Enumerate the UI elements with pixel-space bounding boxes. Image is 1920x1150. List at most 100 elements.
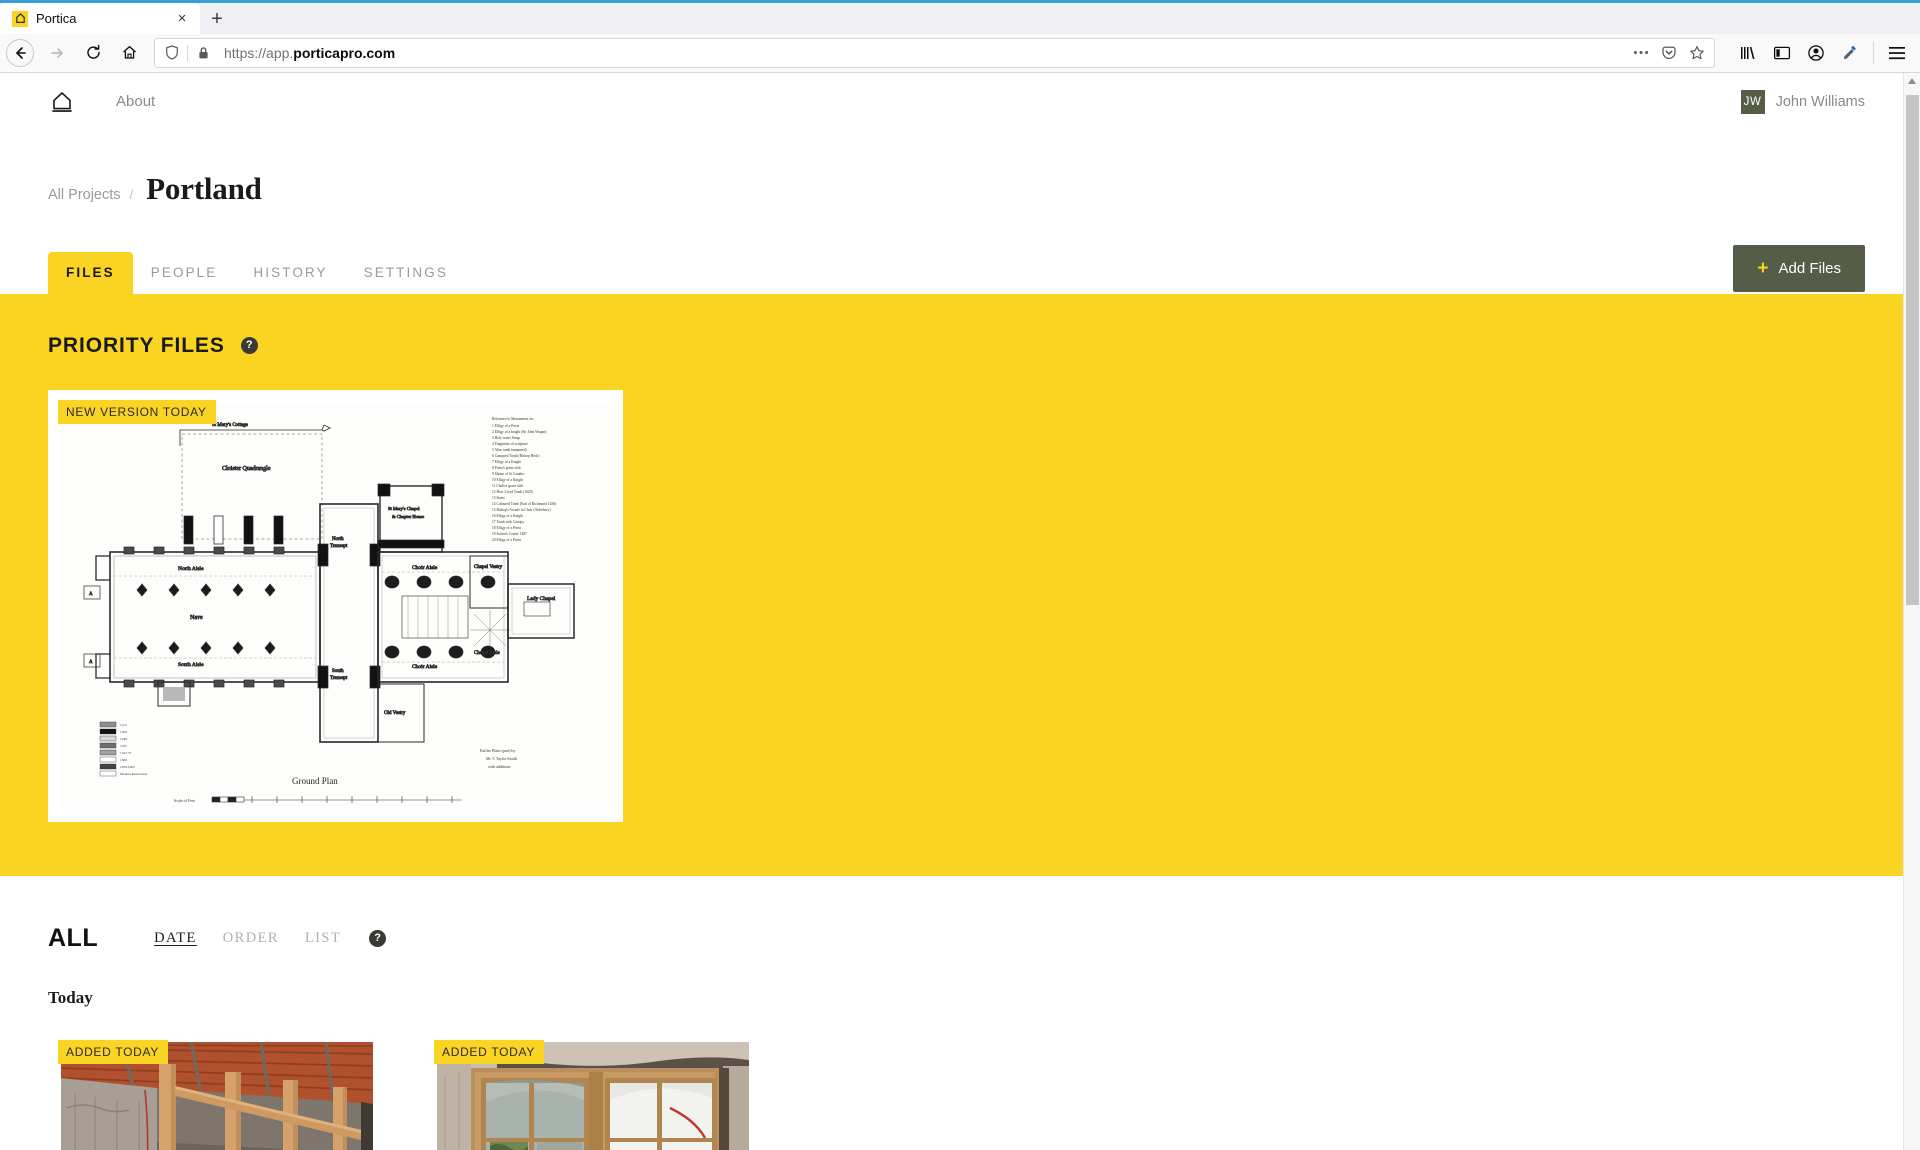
file-card[interactable]: ADDED TODAY — [48, 1029, 384, 1150]
svg-text:20 Effigy of a Priest: 20 Effigy of a Priest — [492, 538, 521, 542]
file-grid: ADDED TODAY ADDED TODAY — [48, 1029, 1855, 1150]
add-files-label: Add Files — [1778, 259, 1841, 277]
svg-text:10 Effigy of a Knight: 10 Effigy of a Knight — [492, 478, 523, 482]
tab-history[interactable]: HISTORY — [235, 252, 345, 294]
svg-text:12 Hon. Lloyd Tomb (1620): 12 Hon. Lloyd Tomb (1620) — [492, 490, 534, 494]
svg-text:A: A — [89, 592, 93, 597]
svg-text:Lady Chapel: Lady Chapel — [527, 596, 556, 602]
reload-button[interactable] — [76, 36, 110, 70]
svg-text:8 Priest's grave slab: 8 Priest's grave slab — [492, 466, 521, 470]
tab-settings[interactable]: SETTINGS — [346, 252, 466, 294]
avatar: JW — [1740, 89, 1765, 114]
ellipsis-icon[interactable] — [1628, 40, 1654, 66]
svg-text:Earlier Plans (part) by: Earlier Plans (part) by — [480, 748, 515, 753]
tab-people[interactable]: PEOPLE — [133, 252, 236, 294]
file-card[interactable]: ADDED TODAY — [424, 1029, 760, 1150]
svg-text:& Chapter House: & Chapter House — [392, 514, 424, 519]
url-bar[interactable]: https://app.porticapro.com — [154, 37, 1715, 68]
svg-text:19 Schools Corner 1487: 19 Schools Corner 1487 — [492, 532, 527, 536]
sort-list[interactable]: LIST — [305, 930, 341, 947]
url-divider — [187, 44, 188, 61]
svg-text:9 Shrine of St Caradoc: 9 Shrine of St Caradoc — [492, 472, 525, 476]
svg-text:1248: 1248 — [120, 737, 127, 741]
url-domain: porticapro.com — [293, 44, 396, 61]
svg-text:South: South — [332, 669, 344, 674]
back-button[interactable] — [6, 38, 34, 67]
tracking-protection-shield-icon[interactable] — [159, 40, 185, 66]
svg-text:7 Effigy of a Knight: 7 Effigy of a Knight — [492, 460, 521, 464]
sort-date[interactable]: DATE — [154, 930, 197, 947]
svg-text:1115: 1115 — [120, 723, 127, 727]
svg-text:South Aisle: South Aisle — [178, 662, 204, 668]
plus-icon: + — [1757, 257, 1769, 279]
breadcrumb-all-projects[interactable]: All Projects — [48, 187, 121, 203]
forward-button[interactable] — [40, 36, 74, 70]
url-text[interactable]: https://app.porticapro.com — [218, 45, 1626, 61]
svg-text:St Mary's Chapel: St Mary's Chapel — [388, 506, 420, 511]
bookmark-star-icon[interactable] — [1684, 40, 1710, 66]
status-badge: ADDED TODAY — [434, 1039, 545, 1064]
portica-home-logo[interactable] — [48, 88, 76, 116]
library-icon[interactable] — [1731, 36, 1765, 70]
priority-files-header: PRIORITY FILES ? — [48, 334, 1855, 358]
close-icon[interactable]: × — [172, 9, 192, 29]
all-files-section: ALL DATE ORDER LIST ? Today ADDED TODAY — [0, 876, 1903, 1150]
svg-text:13 Stairs: 13 Stairs — [492, 496, 505, 500]
svg-text:1347-73: 1347-73 — [120, 751, 132, 755]
eyedropper-icon[interactable] — [1833, 36, 1867, 70]
app-header: About JW John Williams — [0, 73, 1903, 131]
new-tab-button[interactable]: + — [200, 3, 234, 34]
svg-text:Choir Aisle: Choir Aisle — [412, 664, 438, 670]
home-button[interactable] — [112, 36, 146, 70]
portica-app: About JW John Williams All Projects / Po… — [0, 73, 1903, 1150]
hamburger-menu-icon[interactable] — [1880, 36, 1914, 70]
sort-controls: DATE ORDER LIST — [154, 930, 341, 947]
page-viewport: About JW John Williams All Projects / Po… — [0, 72, 1920, 1150]
scroll-up-arrow-icon[interactable] — [1904, 73, 1920, 90]
svg-text:St Mary's Cottage: St Mary's Cottage — [212, 423, 249, 428]
svg-text:1180: 1180 — [120, 730, 127, 734]
account-icon[interactable] — [1799, 36, 1833, 70]
pocket-save-icon[interactable] — [1656, 40, 1682, 66]
page-title: Portland — [146, 170, 262, 206]
svg-text:Cloister Quadrangle: Cloister Quadrangle — [222, 466, 271, 472]
svg-text:5 Altar tomb (unnamed): 5 Altar tomb (unnamed) — [492, 448, 527, 452]
page-scrollbar[interactable] — [1903, 72, 1920, 1150]
padlock-icon[interactable] — [190, 40, 216, 66]
scrollbar-thumb[interactable] — [1906, 94, 1919, 605]
priority-file-card[interactable]: NEW VERSION TODAY St Mary's Cottage Cloi… — [48, 389, 623, 822]
svg-text:A: A — [89, 660, 93, 665]
breadcrumb-separator: / — [129, 186, 134, 202]
svg-text:Chapel Vestry: Chapel Vestry — [474, 565, 503, 570]
svg-text:North: North — [332, 537, 344, 542]
svg-text:Old Vestry: Old Vestry — [384, 711, 406, 716]
svg-text:4 Fragments of sculpture: 4 Fragments of sculpture — [492, 442, 528, 446]
help-icon[interactable]: ? — [369, 929, 387, 947]
svg-text:1878-1902: 1878-1902 — [120, 765, 135, 769]
sort-order[interactable]: ORDER — [223, 930, 279, 947]
svg-text:North Aisle: North Aisle — [178, 566, 204, 572]
svg-text:Nave: Nave — [190, 615, 203, 621]
svg-text:Modern Restoration: Modern Restoration — [120, 772, 148, 776]
project-tabs: FILES PEOPLE HISTORY SETTINGS + Add File… — [0, 207, 1903, 294]
svg-text:1500: 1500 — [120, 758, 127, 762]
svg-text:Scale of Feet: Scale of Feet — [174, 798, 196, 803]
all-files-title: ALL — [48, 923, 99, 952]
user-menu[interactable]: JW John Williams — [1740, 89, 1865, 114]
toolbar-divider — [1873, 41, 1874, 64]
svg-text:Ground Plan: Ground Plan — [292, 776, 338, 786]
browser-toolbar-right — [1723, 36, 1914, 70]
svg-text:Chapel Aisle: Chapel Aisle — [474, 651, 500, 656]
svg-text:Mr T. Taylor Smith: Mr T. Taylor Smith — [486, 756, 517, 761]
all-files-header: ALL DATE ORDER LIST ? — [48, 924, 1855, 953]
tab-files[interactable]: FILES — [48, 251, 133, 294]
add-files-button[interactable]: + Add Files — [1733, 244, 1865, 292]
svg-text:1 Effigy of a Priest: 1 Effigy of a Priest — [492, 424, 519, 428]
browser-tab[interactable]: Portica × — [0, 3, 200, 34]
nav-item-about[interactable]: About — [116, 93, 155, 110]
help-icon[interactable]: ? — [240, 337, 258, 355]
svg-text:1327: 1327 — [120, 744, 127, 748]
browser-window: Portica × + https://app.porticapro.com A… — [0, 0, 1920, 1150]
svg-text:Choir Aisle: Choir Aisle — [412, 565, 438, 571]
sidebar-icon[interactable] — [1765, 36, 1799, 70]
